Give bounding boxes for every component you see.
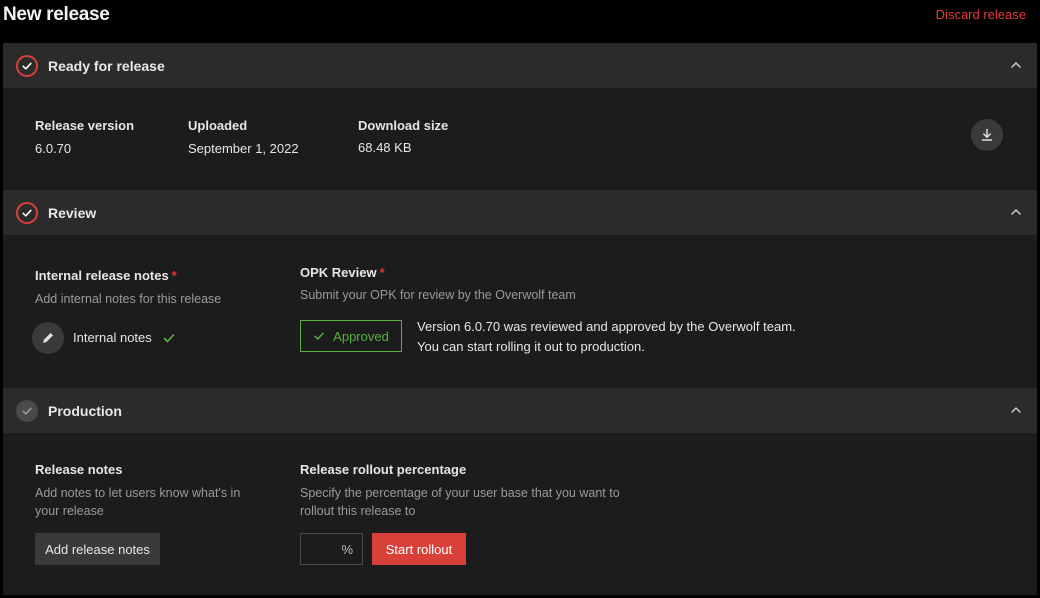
discard-release-link[interactable]: Discard release	[936, 7, 1026, 22]
rollout-percentage-label: Release rollout percentage	[300, 462, 467, 477]
required-asterisk: *	[379, 265, 385, 280]
top-bar: New release Discard release	[0, 0, 1040, 42]
start-rollout-button[interactable]: Start rollout	[372, 533, 466, 565]
check-icon	[162, 331, 176, 350]
pencil-icon	[43, 333, 53, 343]
chevron-up-icon[interactable]	[1009, 403, 1023, 417]
download-button[interactable]	[971, 119, 1003, 151]
step-done-check-icon	[16, 201, 38, 224]
section-body-production	[3, 433, 1037, 595]
download-size-label: Download size	[358, 118, 449, 133]
rollout-description-line2: rollout this release to	[300, 504, 416, 518]
opk-review-description: Submit your OPK for review by the Overwo…	[300, 288, 576, 302]
release-notes-label: Release notes	[35, 462, 123, 477]
opk-approval-message-line1: Version 6.0.70 was reviewed and approved…	[417, 319, 796, 334]
rollout-description-line1: Specify the percentage of your user base…	[300, 486, 620, 500]
edit-internal-notes-button[interactable]	[32, 322, 64, 354]
internal-release-notes-label: Internal release notes *	[35, 268, 177, 283]
chevron-up-icon[interactable]	[1009, 205, 1023, 219]
opk-approval-message-line2: You can start rolling it out to producti…	[417, 339, 645, 354]
section-header-production[interactable]: Production	[3, 388, 1037, 433]
section-header-ready[interactable]: Ready for release	[3, 43, 1037, 88]
section-body-ready	[3, 88, 1037, 190]
step-pending-check-icon	[16, 399, 38, 422]
release-notes-description-line1: Add notes to let users know what's in	[35, 486, 241, 500]
check-icon	[314, 332, 324, 340]
add-release-notes-button[interactable]: Add release notes	[35, 533, 160, 565]
download-size-value: 68.48 KB	[358, 140, 412, 155]
download-icon	[981, 128, 993, 141]
section-body-review	[3, 235, 1037, 388]
uploaded-label: Uploaded	[188, 118, 248, 133]
internal-notes-item-label[interactable]: Internal notes	[73, 330, 152, 345]
section-header-review[interactable]: Review	[3, 190, 1037, 235]
release-version-value: 6.0.70	[35, 141, 72, 156]
release-notes-description-line2: your release	[35, 504, 104, 518]
required-asterisk: *	[171, 268, 177, 283]
rollout-percentage-field: %	[300, 533, 363, 565]
opk-review-label: OPK Review *	[300, 265, 385, 280]
approved-status-badge: Approved	[300, 320, 402, 352]
section-title-production: Production	[48, 402, 122, 419]
page-title: New release	[3, 4, 110, 25]
section-title-ready: Ready for release	[48, 57, 165, 74]
section-title-review: Review	[48, 204, 97, 221]
percent-symbol: %	[341, 542, 353, 557]
uploaded-value: September 1, 2022	[188, 141, 299, 156]
internal-notes-description: Add internal notes for this release	[35, 292, 222, 306]
release-version-label: Release version	[35, 118, 135, 133]
step-done-check-icon	[16, 54, 38, 77]
chevron-up-icon[interactable]	[1009, 58, 1023, 72]
